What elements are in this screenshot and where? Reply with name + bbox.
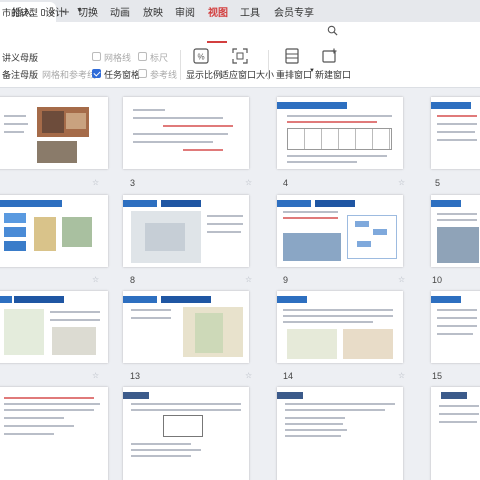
slide-number: 5 [435, 178, 441, 188]
slide-thumbnail[interactable] [277, 291, 403, 363]
animation-icon: ☆ [245, 275, 253, 284]
tab-view[interactable]: 视图 [208, 4, 228, 19]
ribbon-divider [268, 50, 269, 80]
fit-window-button[interactable]: 适应窗口大小 [220, 68, 274, 81]
slide-sorter: 3 4 5 ☆ ☆ ☆ 8 9 10 ☆ ☆ ☆ 13 14 15 ☆ ☆ ☆ [0, 89, 480, 480]
slide-thumbnail[interactable] [277, 387, 403, 480]
notes-master-button[interactable]: 备注母版 [2, 68, 38, 81]
slide-thumbnail[interactable] [431, 97, 480, 169]
slide-thumbnail[interactable] [0, 195, 108, 267]
svg-text:%: % [197, 53, 204, 62]
animation-icon: ☆ [92, 275, 100, 284]
grid-and-guides-button[interactable]: 网格和参考线 [42, 68, 96, 81]
slide-number: 13 [130, 371, 141, 381]
slide-thumbnail[interactable] [123, 195, 249, 267]
handout-master-button[interactable]: 讲义母版 [2, 51, 38, 64]
tab-member[interactable]: 会员专享 [274, 4, 314, 19]
guides-checkbox[interactable] [138, 69, 147, 78]
new-window-icon[interactable] [322, 48, 338, 64]
slide-thumbnail[interactable] [431, 291, 480, 363]
slide-thumbnail[interactable] [277, 195, 403, 267]
guides-label: 参考线 [150, 70, 178, 80]
animation-icon: ☆ [398, 178, 406, 187]
slide-number: 9 [283, 275, 289, 285]
tab-animations[interactable]: 动画 [110, 4, 130, 19]
slide-thumbnail[interactable] [431, 195, 480, 267]
animation-icon: ☆ [398, 275, 406, 284]
slide-thumbnail[interactable] [123, 387, 249, 480]
rearrange-windows-icon[interactable] [284, 48, 300, 64]
slide-thumbnail[interactable] [431, 387, 480, 480]
gridlines-label: 网格线 [104, 53, 132, 63]
gridlines-checkbox[interactable] [92, 52, 101, 61]
tab-transitions[interactable]: 切换 [78, 4, 98, 19]
search-icon[interactable] [327, 25, 338, 36]
slide-thumbnail[interactable] [277, 97, 403, 169]
slide-number: 14 [283, 371, 294, 381]
slide-thumbnail[interactable] [123, 97, 249, 169]
zoom-ratio-icon[interactable]: % [193, 48, 209, 64]
show-ratio-button[interactable]: 显示比例 [186, 68, 222, 81]
animation-icon: ☆ [92, 371, 100, 380]
slide-thumbnail[interactable] [0, 291, 108, 363]
animation-icon: ☆ [245, 371, 253, 380]
ruler-checkbox[interactable] [138, 52, 147, 61]
slide-thumbnail[interactable] [0, 97, 108, 169]
rearrange-windows-button[interactable]: 重排窗口 [276, 68, 312, 81]
animation-icon: ☆ [92, 178, 100, 187]
slide-thumbnail[interactable] [0, 387, 108, 480]
new-window-button[interactable]: 新建窗口 [315, 68, 351, 81]
animation-icon: ☆ [245, 178, 253, 187]
slide-thumbnail[interactable] [123, 291, 249, 363]
animation-icon: ☆ [398, 371, 406, 380]
tab-slideshow[interactable]: 放映 [143, 4, 163, 19]
task-pane-checkbox[interactable] [92, 69, 101, 78]
tab-insert[interactable]: 插入 [12, 4, 32, 19]
tab-design[interactable]: 设计 [45, 4, 65, 19]
slide-number: 10 [432, 275, 443, 285]
ruler-label: 标尺 [150, 53, 169, 63]
slide-number: 4 [283, 178, 289, 188]
fit-window-icon[interactable] [232, 48, 248, 64]
tab-review[interactable]: 审阅 [175, 4, 195, 19]
task-pane-label: 任务窗格 [104, 70, 141, 80]
ribbon-tabs [0, 22, 480, 44]
slide-number: 15 [432, 371, 443, 381]
active-tab-indicator [207, 41, 227, 43]
slide-number: 3 [130, 178, 136, 188]
tab-tools[interactable]: 工具 [240, 4, 260, 19]
ribbon-divider [180, 50, 181, 80]
slide-number: 8 [130, 275, 136, 285]
